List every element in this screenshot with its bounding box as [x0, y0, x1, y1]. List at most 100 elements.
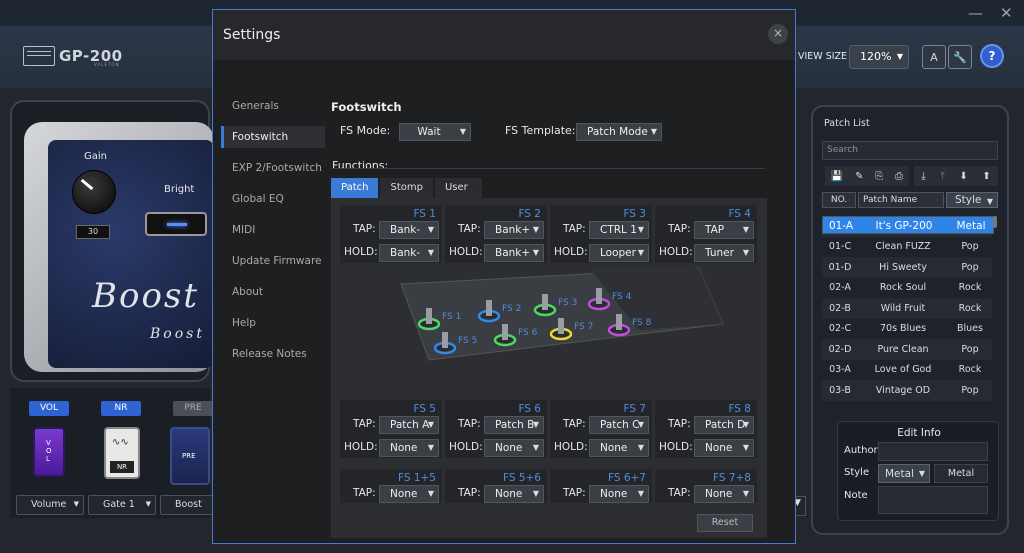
- patch-row[interactable]: 03-B Vintage OD Pop: [822, 380, 992, 401]
- nav-item-help[interactable]: Help: [221, 312, 325, 343]
- fs-name: FS 3: [623, 208, 646, 220]
- patch-row[interactable]: 01-D Hi Sweety Pop: [822, 257, 992, 278]
- hold-select[interactable]: Bank+ ▼: [484, 244, 544, 262]
- fs-card: FS 1+5 TAP: None ▼: [340, 469, 442, 503]
- volume-pedal[interactable]: VOL: [33, 427, 65, 477]
- chain-select-vol[interactable]: Volume ▼: [16, 495, 84, 515]
- chain-tag-pre[interactable]: PRE: [173, 401, 213, 416]
- chain-tag-vol[interactable]: VOL: [29, 401, 69, 416]
- nav-item-about[interactable]: About: [221, 281, 325, 312]
- move-top-icon[interactable]: ⤒: [940, 171, 944, 182]
- patch-row[interactable]: 01-C Clean FUZZ Pop: [822, 237, 992, 258]
- nav-item-footswitch[interactable]: Footswitch: [221, 126, 325, 148]
- hold-select[interactable]: Bank- ▼: [379, 244, 439, 262]
- patch-list: 01-AIt's GP-200Metal01-B50s PlexiRock01-…: [822, 216, 994, 401]
- patch-row[interactable]: 03-A Love of God Rock: [822, 360, 992, 381]
- tab-user-mode[interactable]: User Mode: [434, 178, 483, 213]
- nav-item-update-firmware[interactable]: Update Firmware: [221, 250, 325, 281]
- tap-select[interactable]: Bank- ▼: [379, 221, 439, 239]
- tap-select[interactable]: TAP ▼: [694, 221, 754, 239]
- patch-row[interactable]: 01-A It's GP-200 Metal: [822, 216, 994, 234]
- fs-template-select[interactable]: Patch Mode ▼: [576, 123, 662, 141]
- chevron-down-icon: ▼: [742, 420, 749, 429]
- nav-item-generals[interactable]: Generals: [221, 95, 325, 126]
- close-window-icon[interactable]: ✕: [1000, 4, 1013, 22]
- patch-row[interactable]: 02-D Pure Clean Pop: [822, 339, 992, 360]
- help-button[interactable]: ?: [980, 44, 1004, 68]
- tap-select[interactable]: Patch B ▼: [484, 416, 544, 434]
- chain-tag-nr[interactable]: NR: [101, 401, 141, 416]
- chain-select-pre-value: Boost: [175, 499, 202, 510]
- reset-button[interactable]: Reset: [697, 514, 753, 532]
- save-icon[interactable]: 💾: [831, 171, 843, 182]
- nav-item-release-notes[interactable]: Release Notes: [221, 343, 325, 374]
- nav-item-exp-2-footswitch[interactable]: EXP 2/Footswitch: [221, 157, 325, 188]
- patch-name: Clean FUZZ: [875, 241, 931, 253]
- hold-select[interactable]: None ▼: [484, 439, 544, 457]
- gain-knob[interactable]: [72, 170, 116, 214]
- patch-row[interactable]: 02-A Rock Soul Rock: [822, 278, 992, 299]
- author-field[interactable]: [878, 442, 988, 461]
- tap-select[interactable]: None ▼: [694, 485, 754, 503]
- fs-name: FS 1: [413, 208, 436, 220]
- tap-select[interactable]: Patch A ▼: [379, 416, 439, 434]
- fs-card: FS 4 TAP: TAP ▼ HOLD: Tuner ▼: [655, 205, 757, 263]
- style-filter-select[interactable]: Style ▼: [946, 192, 998, 208]
- patch-row[interactable]: 02-B Wild Fruit Rock: [822, 298, 992, 319]
- chevron-down-icon: ▼: [73, 500, 79, 508]
- view-size-select[interactable]: 120% ▼: [849, 45, 909, 69]
- download-icon[interactable]: ⤓: [921, 171, 925, 182]
- hold-select[interactable]: None ▼: [589, 439, 649, 457]
- patch-no: 03-A: [829, 364, 851, 376]
- hold-select[interactable]: None ▼: [379, 439, 439, 457]
- style-select[interactable]: Metal ▼: [878, 464, 930, 483]
- hold-label: HOLD:: [659, 246, 693, 258]
- import-icon[interactable]: ⎘: [875, 171, 883, 182]
- chain-select-nr[interactable]: Gate 1 ▼: [88, 495, 156, 515]
- hold-select[interactable]: Looper ▼: [589, 244, 649, 262]
- tab-stomp-mode[interactable]: Stomp Mode: [380, 178, 433, 213]
- note-field[interactable]: [878, 486, 988, 514]
- patch-list-scrollbar[interactable]: [993, 216, 997, 228]
- translate-button[interactable]: A: [922, 45, 946, 69]
- move-up-icon[interactable]: ⬆: [982, 171, 990, 182]
- tap-select[interactable]: None ▼: [484, 485, 544, 503]
- hold-select[interactable]: Tuner ▼: [694, 244, 754, 262]
- tap-select[interactable]: Bank+ ▼: [484, 221, 544, 239]
- tap-select[interactable]: None ▼: [379, 485, 439, 503]
- close-dialog-button[interactable]: ×: [768, 24, 788, 44]
- patch-search-input[interactable]: Search: [822, 141, 998, 160]
- tap-label: TAP:: [668, 418, 691, 430]
- nav-item-global-eq[interactable]: Global EQ: [221, 188, 325, 219]
- knob-value[interactable]: 30: [76, 225, 110, 239]
- fs-mode-select[interactable]: Wait ▼: [399, 123, 471, 141]
- tap-select[interactable]: None ▼: [589, 485, 649, 503]
- rename-icon[interactable]: ✎: [855, 171, 863, 182]
- patch-row[interactable]: 02-C 70s Blues Blues: [822, 319, 992, 340]
- hold-select[interactable]: None ▼: [694, 439, 754, 457]
- tap-select[interactable]: CTRL 1 ▼: [589, 221, 649, 239]
- chevron-down-icon: ▼: [637, 443, 644, 452]
- device-logo-icon: [23, 46, 55, 66]
- chevron-down-icon: ▼: [986, 197, 993, 206]
- tap-value: None: [600, 488, 628, 500]
- wrench-button[interactable]: 🔧: [948, 45, 972, 69]
- tap-select[interactable]: Patch C ▼: [589, 416, 649, 434]
- bright-switch[interactable]: [145, 212, 207, 236]
- nav-item-midi[interactable]: MIDI: [221, 219, 325, 250]
- minimize-icon[interactable]: —: [968, 4, 983, 22]
- patch-no: 02-C: [828, 323, 852, 335]
- move-down-icon[interactable]: ⬇: [959, 171, 967, 182]
- chain-select-pre[interactable]: Boost: [160, 495, 214, 515]
- export-icon[interactable]: ⎙: [895, 171, 903, 182]
- chevron-down-icon: ▼: [532, 248, 539, 257]
- noise-gate-pedal[interactable]: ∿∿ NR: [104, 427, 140, 479]
- patch-style: Pop: [961, 384, 979, 396]
- boost-pedal[interactable]: PRE: [170, 427, 210, 485]
- tap-select[interactable]: Patch D ▼: [694, 416, 754, 434]
- tap-value: Patch A: [390, 419, 430, 431]
- tap-value: Bank-: [390, 224, 421, 236]
- patch-name: Pure Clean: [877, 343, 929, 355]
- tab-patch-mode[interactable]: Patch Mode: [331, 178, 379, 213]
- patch-name: 70s Blues: [879, 323, 927, 335]
